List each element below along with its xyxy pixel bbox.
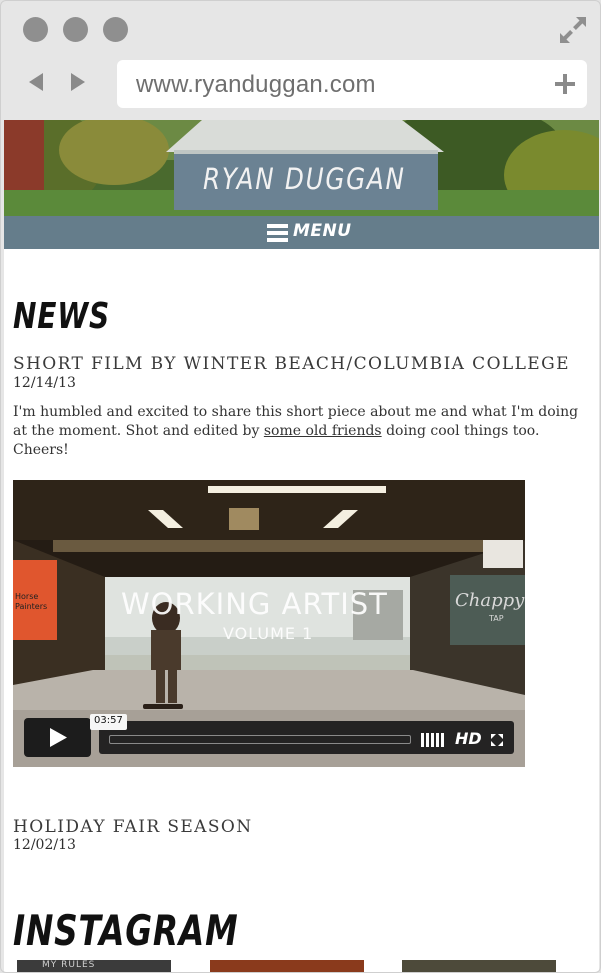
window-minimize-button[interactable] bbox=[63, 17, 88, 42]
fullscreen-video-icon[interactable] bbox=[491, 734, 503, 746]
news-heading: NEWS bbox=[13, 296, 111, 337]
post-date: 12/14/13 bbox=[13, 375, 76, 391]
fullscreen-icon[interactable] bbox=[558, 15, 588, 45]
browser-window: www.ryanduggan.com RYAN DUGGAN MENU NEWS… bbox=[0, 0, 601, 973]
post-body: I'm humbled and excited to share this sh… bbox=[13, 403, 583, 460]
right-wall-sign-sub: TAP bbox=[489, 614, 504, 623]
some-old-friends-link[interactable]: some old friends bbox=[264, 423, 382, 439]
url-text: www.ryanduggan.com bbox=[136, 71, 376, 98]
play-button[interactable] bbox=[24, 718, 91, 757]
instagram-thumbnail[interactable] bbox=[210, 960, 364, 972]
window-close-button[interactable] bbox=[23, 17, 48, 42]
instagram-thumbnail-text: MY RULES bbox=[42, 960, 96, 970]
forward-arrow-icon[interactable] bbox=[67, 71, 89, 93]
duration-tooltip: 03:57 bbox=[90, 714, 127, 730]
address-bar[interactable]: www.ryanduggan.com bbox=[117, 60, 587, 108]
header-banner[interactable]: RYAN DUGGAN bbox=[4, 120, 599, 216]
instagram-heading: INSTAGRAM bbox=[13, 906, 239, 955]
video-subtitle: VOLUME 1 bbox=[223, 624, 314, 643]
hamburger-menu-icon[interactable] bbox=[267, 223, 289, 242]
menu-label[interactable]: MENU bbox=[293, 221, 352, 241]
banner-title: RYAN DUGGAN bbox=[203, 162, 406, 196]
video-player[interactable]: WORKING ARTIST VOLUME 1 Horse Painters C… bbox=[13, 480, 525, 767]
video-title: WORKING ARTIST bbox=[121, 587, 388, 621]
page-viewport: RYAN DUGGAN MENU NEWS SHORT FILM BY WINT… bbox=[4, 120, 599, 972]
instagram-thumbnail[interactable]: MY RULES bbox=[17, 960, 171, 972]
volume-bars-icon[interactable] bbox=[421, 733, 446, 747]
new-tab-plus-icon[interactable] bbox=[554, 73, 576, 95]
instagram-thumbnail[interactable] bbox=[402, 960, 556, 972]
back-arrow-icon[interactable] bbox=[25, 71, 47, 93]
post-title-holiday-fair[interactable]: HOLIDAY FAIR SEASON bbox=[13, 817, 253, 837]
play-icon bbox=[50, 728, 67, 747]
duration-text: 03:57 bbox=[94, 715, 123, 726]
post-title-short-film[interactable]: SHORT FILM BY WINTER BEACH/COLUMBIA COLL… bbox=[13, 354, 570, 374]
window-zoom-button[interactable] bbox=[103, 17, 128, 42]
hd-toggle[interactable]: HD bbox=[455, 729, 482, 748]
left-wall-sign: Horse Painters bbox=[15, 592, 48, 611]
post-date: 12/02/13 bbox=[13, 837, 76, 853]
progress-track[interactable] bbox=[109, 735, 411, 744]
right-wall-sign: Chappy's bbox=[455, 590, 525, 611]
